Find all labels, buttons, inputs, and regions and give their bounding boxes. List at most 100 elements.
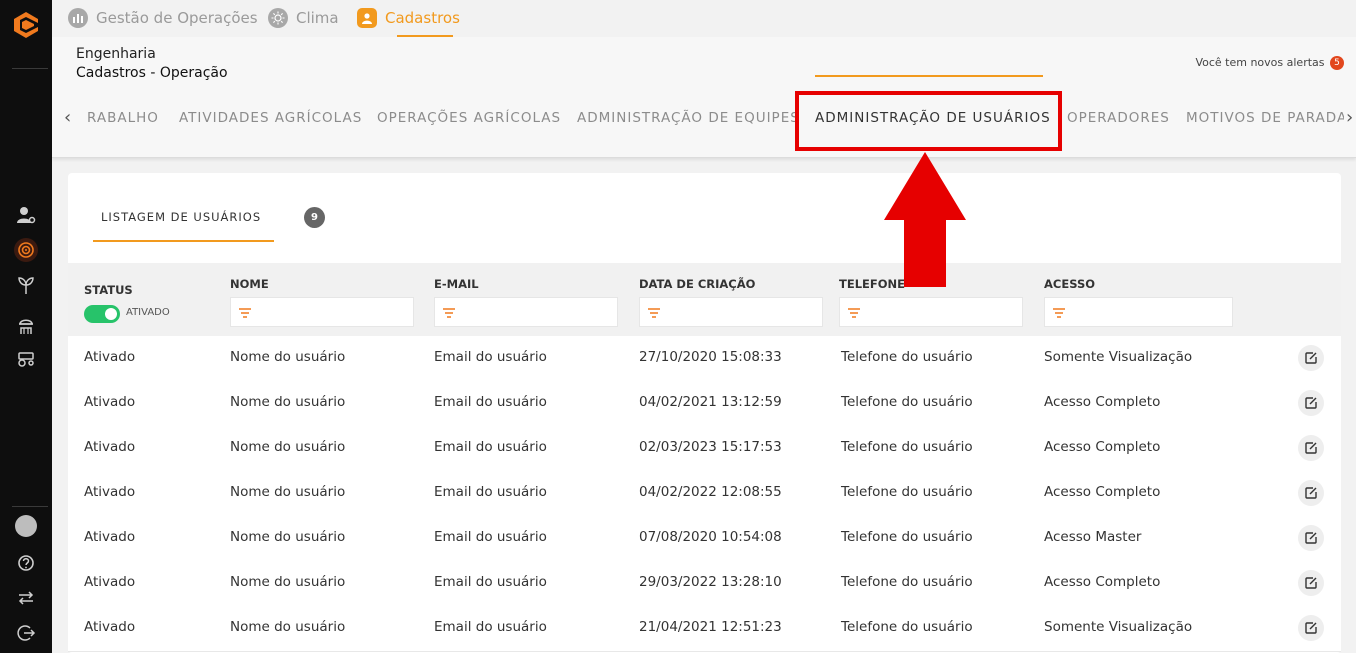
column-header-acesso: ACESSO <box>1044 277 1096 291</box>
filter-icon <box>239 308 251 318</box>
cell-email: Email do usuário <box>434 394 547 410</box>
edit-button[interactable] <box>1298 480 1324 506</box>
top-nav-gestao[interactable]: Gestão de Operações <box>68 0 258 36</box>
cell-status: Ativado <box>84 349 136 365</box>
edit-icon <box>1305 622 1317 634</box>
tab-atividades-agricolas[interactable]: ATIVIDADES AGRÍCOLAS <box>179 110 362 126</box>
avatar[interactable] <box>14 514 38 538</box>
edit-icon <box>1305 442 1317 454</box>
tab-operadores[interactable]: OPERADORES <box>1067 110 1170 126</box>
edit-button[interactable] <box>1298 435 1324 461</box>
sidebar-divider <box>12 506 48 507</box>
cell-telefone: Telefone do usuário <box>841 484 973 500</box>
table-row[interactable]: Ativado Nome do usuário Email do usuário 07… <box>68 516 1341 562</box>
alerts-notice[interactable]: Você tem novos alertas 5 <box>1195 56 1344 70</box>
top-nav-clima[interactable]: Clima <box>268 0 339 36</box>
filter-icon <box>648 308 660 318</box>
nome-filter-input[interactable] <box>230 297 414 327</box>
email-filter-input[interactable] <box>434 297 618 327</box>
edit-icon <box>1305 352 1317 364</box>
cell-email: Email do usuário <box>434 484 547 500</box>
cell-telefone: Telefone do usuário <box>841 574 973 590</box>
cell-telefone: Telefone do usuário <box>841 619 973 635</box>
cell-data: 27/10/2020 15:08:33 <box>639 349 782 365</box>
cell-acesso: Acesso Master <box>1044 529 1142 545</box>
cell-nome: Nome do usuário <box>230 529 346 545</box>
edit-icon <box>1305 397 1317 409</box>
cell-status: Ativado <box>84 574 136 590</box>
column-header-nome: NOME <box>230 277 269 291</box>
top-nav-label: Gestão de Operações <box>96 9 258 27</box>
edit-icon <box>1305 532 1317 544</box>
top-nav: Gestão de Operações Clima Cadastros <box>52 0 1356 37</box>
cell-data: 21/04/2021 12:51:23 <box>639 619 782 635</box>
user-settings-icon[interactable] <box>14 203 38 227</box>
cell-telefone: Telefone do usuário <box>841 529 973 545</box>
table-row[interactable]: Ativado Nome do usuário Email do usuário 04… <box>68 381 1341 427</box>
cell-nome: Nome do usuário <box>230 484 346 500</box>
table-row[interactable]: Ativado Nome do usuário Email do usuário 27… <box>68 336 1341 382</box>
table-row[interactable]: Ativado Nome do usuário Email do usuário 02… <box>68 426 1341 472</box>
edit-button[interactable] <box>1298 345 1324 371</box>
cell-acesso: Acesso Completo <box>1044 439 1161 455</box>
department-name: Engenharia <box>76 46 156 62</box>
acesso-filter-input[interactable] <box>1044 297 1233 327</box>
table-header: STATUS ATIVADO NOME E-MAIL DATA DE CRIAÇ… <box>68 263 1341 336</box>
edit-button[interactable] <box>1298 390 1324 416</box>
filter-icon <box>443 308 455 318</box>
active-tab-indicator <box>815 75 1043 77</box>
chart-icon <box>68 8 88 28</box>
worker-icon[interactable] <box>14 313 38 337</box>
telefone-filter-input[interactable] <box>839 297 1023 327</box>
app-logo[interactable] <box>12 10 40 40</box>
tab-listagem-usuarios[interactable]: LISTAGEM DE USUÁRIOS <box>101 210 261 224</box>
column-header-data-criacao: DATA DE CRIAÇÃO <box>639 277 756 291</box>
cell-status: Ativado <box>84 484 136 500</box>
users-card: LISTAGEM DE USUÁRIOS 9 STATUS ATIVADO NO… <box>68 173 1341 653</box>
edit-icon <box>1305 577 1317 589</box>
top-nav-cadastros[interactable]: Cadastros <box>357 0 460 36</box>
help-icon[interactable] <box>14 551 38 575</box>
cell-email: Email do usuário <box>434 529 547 545</box>
cell-data: 02/03/2023 15:17:53 <box>639 439 782 455</box>
edit-button[interactable] <box>1298 615 1324 641</box>
cell-status: Ativado <box>84 619 136 635</box>
top-nav-label: Cadastros <box>385 9 460 27</box>
cell-nome: Nome do usuário <box>230 619 346 635</box>
target-icon[interactable] <box>14 238 38 262</box>
cell-status: Ativado <box>84 529 136 545</box>
cell-acesso: Somente Visualização <box>1044 349 1193 365</box>
table-row[interactable]: Ativado Nome do usuário Email do usuário 04… <box>68 471 1341 517</box>
tab-trabalho[interactable]: RABALHO <box>87 110 159 126</box>
cell-acesso: Acesso Completo <box>1044 394 1161 410</box>
subtab-indicator <box>93 240 274 242</box>
table-row[interactable]: Ativado Nome do usuário Email do usuário 21… <box>68 606 1341 652</box>
cell-data: 29/03/2022 13:28:10 <box>639 574 782 590</box>
user-count-badge: 9 <box>304 207 325 228</box>
cell-nome: Nome do usuário <box>230 439 346 455</box>
page-header: Engenharia Cadastros - Operação Você tem… <box>52 37 1356 158</box>
top-nav-label: Clima <box>296 9 339 27</box>
tabs-prev-arrow[interactable]: ‹ <box>64 107 71 128</box>
tab-administracao-equipes[interactable]: ADMINISTRAÇÃO DE EQUIPES <box>577 110 800 126</box>
edit-button[interactable] <box>1298 525 1324 551</box>
plant-icon[interactable] <box>14 273 38 297</box>
filter-icon <box>848 308 860 318</box>
switch-icon[interactable] <box>14 586 38 610</box>
status-filter-toggle[interactable] <box>84 305 120 323</box>
tabs-next-arrow[interactable]: › <box>1344 107 1354 128</box>
sun-icon <box>268 8 288 28</box>
cell-status: Ativado <box>84 439 136 455</box>
edit-button[interactable] <box>1298 570 1324 596</box>
logout-icon[interactable] <box>14 621 38 645</box>
edit-icon <box>1305 487 1317 499</box>
cell-status: Ativado <box>84 394 136 410</box>
tab-operacoes-agricolas[interactable]: OPERAÇÕES AGRÍCOLAS <box>377 110 561 126</box>
table-row[interactable]: Ativado Nome do usuário Email do usuário 29… <box>68 561 1341 607</box>
data-filter-input[interactable] <box>639 297 823 327</box>
tab-motivos-parada[interactable]: MOTIVOS DE PARADA <box>1186 110 1347 126</box>
cell-data: 07/08/2020 10:54:08 <box>639 529 782 545</box>
alerts-text: Você tem novos alertas <box>1195 56 1325 69</box>
tractor-icon[interactable] <box>14 346 38 370</box>
cell-nome: Nome do usuário <box>230 574 346 590</box>
